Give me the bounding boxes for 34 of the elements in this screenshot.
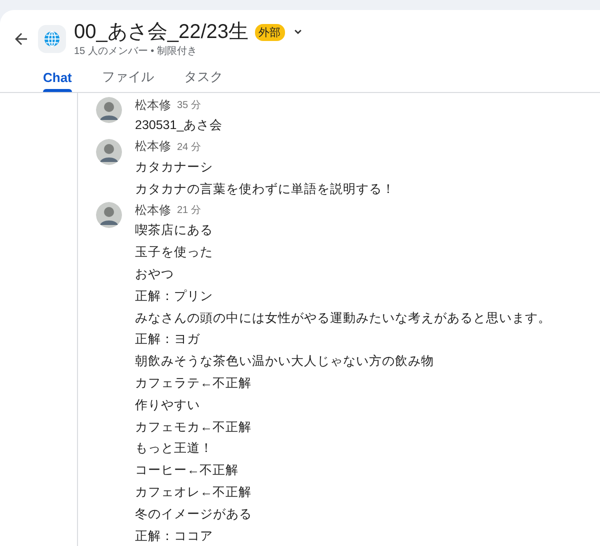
message-text: カフェオレ←不正解 bbox=[135, 484, 252, 501]
message-time: 35 分 bbox=[177, 99, 201, 112]
message-text: 朝飲みそうな茶色い温かい大人じゃない方の飲み物 bbox=[135, 353, 435, 370]
message-text: 玉子を使った bbox=[135, 244, 214, 262]
external-badge: 外部 bbox=[254, 24, 285, 40]
tab[interactable]: タスク bbox=[168, 64, 238, 92]
message-text: 冬のイメージがある bbox=[135, 506, 253, 523]
message-text: 作りやすい bbox=[135, 396, 201, 414]
message-text: コーヒー←不正解 bbox=[135, 462, 240, 480]
message-text: カタカナの言葉を使わずに単語を説明する！ bbox=[135, 180, 395, 198]
author-name: 松本修 bbox=[135, 96, 171, 114]
message-text: みなさんの頭の中には女性がやる運動みたいな考えがあると思います。 bbox=[135, 310, 551, 327]
message-text: 230531_あさ会 bbox=[135, 117, 223, 134]
avatar bbox=[96, 202, 122, 228]
member-count: 15 人のメンバー • 制限付き bbox=[74, 44, 198, 58]
message-text: 正解：プリン bbox=[135, 288, 214, 305]
message-text: おやつ bbox=[135, 266, 175, 283]
message-text: カフェモカ←不正解 bbox=[135, 418, 252, 436]
avatar bbox=[96, 138, 122, 165]
avatar bbox=[96, 97, 122, 123]
chat-title: 00_あさ会_22/23生 bbox=[74, 20, 249, 44]
tab[interactable]: Chat bbox=[28, 64, 87, 92]
message-text: カタカナーシ bbox=[135, 158, 214, 176]
message-time: 24 分 bbox=[177, 140, 201, 154]
globe-icon bbox=[38, 25, 66, 53]
message-text: 喫茶店にある bbox=[135, 222, 214, 240]
message-text: 正解：ココア bbox=[135, 528, 214, 545]
message-text: もっと王道！ bbox=[135, 440, 214, 458]
author-name: 松本修 bbox=[135, 138, 171, 156]
author-name: 松本修 bbox=[135, 202, 171, 219]
message-time: 21 分 bbox=[177, 204, 201, 218]
tab[interactable]: ファイル bbox=[86, 64, 169, 92]
message-text: 正解：ヨガ bbox=[135, 331, 201, 348]
message-text: カフェラテ←不正解 bbox=[135, 374, 252, 392]
